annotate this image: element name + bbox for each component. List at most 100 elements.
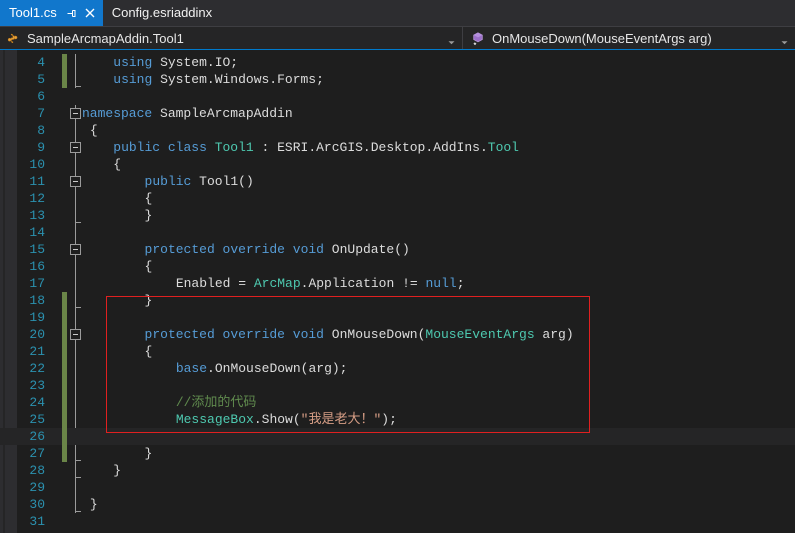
code-line[interactable]: 26 — [0, 428, 795, 445]
code-token: SampleArcmapAddin — [152, 106, 293, 121]
code-token: { — [144, 344, 153, 359]
code-token: "我是老大！" — [300, 412, 382, 427]
code-token: Tool1() — [191, 174, 254, 189]
code-line[interactable]: 25 MessageBox.Show("我是老大！"); — [0, 411, 795, 428]
change-bar — [62, 411, 67, 428]
code-token: } — [144, 293, 153, 308]
code-text: namespace SampleArcmapAddin — [82, 105, 293, 122]
code-line[interactable]: 20 protected override void OnMouseDown(Mo… — [0, 326, 795, 343]
code-line[interactable]: 16 { — [0, 258, 795, 275]
code-text: } — [145, 207, 153, 224]
code-token: System.IO; — [152, 55, 239, 70]
code-token: MouseEventArgs — [425, 327, 535, 342]
code-line[interactable]: 19 — [0, 309, 795, 326]
code-line[interactable]: 14 — [0, 224, 795, 241]
chevron-down-icon[interactable] — [780, 34, 789, 45]
code-line[interactable]: 27} — [0, 445, 795, 462]
code-line[interactable]: 10 { — [0, 156, 795, 173]
tab-label: Tool1.cs — [9, 5, 57, 20]
line-number: 4 — [37, 55, 45, 70]
line-number: 16 — [29, 259, 45, 274]
tab-config-esriaddinx[interactable]: Config.esriaddinx — [102, 0, 220, 26]
change-bar — [62, 343, 67, 360]
code-token: OnUpdate() — [323, 242, 410, 257]
code-token: { — [144, 259, 153, 274]
code-token: ); — [381, 412, 397, 427]
tab-tool1-cs[interactable]: Tool1.cs — [0, 0, 103, 26]
code-line[interactable]: 9 public class Tool1 : ESRI.ArcGIS.Deskto… — [0, 139, 795, 156]
code-token: System.Windows.Forms; — [152, 72, 324, 87]
code-editor[interactable]: 4 using System.IO; 5 using System.Windows.F… — [0, 50, 795, 533]
close-icon[interactable] — [84, 7, 96, 19]
line-number: 17 — [29, 276, 45, 291]
code-token: } — [89, 497, 98, 512]
change-bar — [62, 292, 67, 309]
code-line[interactable]: 30} — [0, 496, 795, 513]
code-text: } — [145, 445, 153, 462]
type-dropdown[interactable]: SampleArcmapAddin.Tool1 — [0, 27, 462, 50]
tab-label: Config.esriaddinx — [111, 5, 213, 20]
line-number: 28 — [29, 463, 45, 478]
pin-icon[interactable] — [66, 8, 77, 19]
code-line[interactable]: 15 protected override void OnUpdate() — [0, 241, 795, 258]
code-token: public class — [113, 140, 207, 155]
code-token: .OnMouseDown(arg); — [207, 361, 348, 376]
code-token: } — [144, 446, 153, 461]
code-text: { — [113, 156, 121, 173]
line-number: 9 — [37, 140, 45, 155]
code-line[interactable]: 29 — [0, 479, 795, 496]
code-token: //添加的代码 — [175, 395, 257, 410]
line-number: 20 — [29, 327, 45, 342]
code-token: using — [113, 55, 153, 70]
line-number: 5 — [37, 72, 45, 87]
code-line[interactable]: 23 — [0, 377, 795, 394]
change-bar — [62, 71, 67, 88]
code-line[interactable]: 24 //添加的代码 — [0, 394, 795, 411]
code-line[interactable]: 17 Enabled = ArcMap.Application != null; — [0, 275, 795, 292]
code-token: Enabled = — [175, 276, 254, 291]
code-line[interactable]: 12 { — [0, 190, 795, 207]
line-number: 8 — [37, 123, 45, 138]
code-text: { — [90, 122, 98, 139]
change-bar — [62, 428, 67, 445]
line-number: 21 — [29, 344, 45, 359]
change-bar — [62, 309, 67, 326]
code-line[interactable]: 21 { — [0, 343, 795, 360]
code-text: public Tool1() — [145, 173, 254, 190]
code-line[interactable]: 28} — [0, 462, 795, 479]
line-number: 19 — [29, 310, 45, 325]
line-number: 25 — [29, 412, 45, 427]
line-number: 7 — [37, 106, 45, 121]
code-line[interactable]: 5 using System.Windows.Forms; — [0, 71, 795, 88]
type-dropdown-value: SampleArcmapAddin.Tool1 — [27, 31, 184, 46]
code-text: //添加的代码 — [176, 394, 257, 411]
code-token: ; — [456, 276, 465, 291]
code-line[interactable]: 6 — [0, 88, 795, 105]
code-line[interactable]: 8{ — [0, 122, 795, 139]
code-token: .Application != — [300, 276, 426, 291]
code-token: Tool — [487, 140, 519, 155]
navigation-bar: SampleArcmapAddin.Tool1 OnMouseDown(Mous… — [0, 26, 795, 50]
code-text: public class Tool1 : ESRI.ArcGIS.Desktop… — [113, 139, 519, 156]
code-token: } — [144, 208, 153, 223]
change-bar — [62, 394, 67, 411]
class-icon — [6, 31, 22, 47]
member-dropdown[interactable]: OnMouseDown(MouseEventArgs arg) — [462, 27, 795, 50]
change-bar — [62, 377, 67, 394]
code-token: using — [113, 72, 153, 87]
code-line[interactable]: 22 base.OnMouseDown(arg); — [0, 360, 795, 377]
code-text: protected override void OnUpdate() — [145, 241, 410, 258]
code-line[interactable]: 31 — [0, 513, 795, 530]
code-line[interactable]: 18} — [0, 292, 795, 309]
code-line[interactable]: 11 public Tool1() — [0, 173, 795, 190]
line-number: 30 — [29, 497, 45, 512]
code-line[interactable]: 4 using System.IO; — [0, 54, 795, 71]
change-bar — [62, 445, 67, 462]
code-text: { — [145, 258, 153, 275]
chevron-down-icon[interactable] — [447, 34, 456, 45]
code-line[interactable]: 13} — [0, 207, 795, 224]
code-line[interactable]: 7 namespace SampleArcmapAddin — [0, 105, 795, 122]
code-token: MessageBox — [175, 412, 254, 427]
code-token: protected override void — [144, 242, 324, 257]
